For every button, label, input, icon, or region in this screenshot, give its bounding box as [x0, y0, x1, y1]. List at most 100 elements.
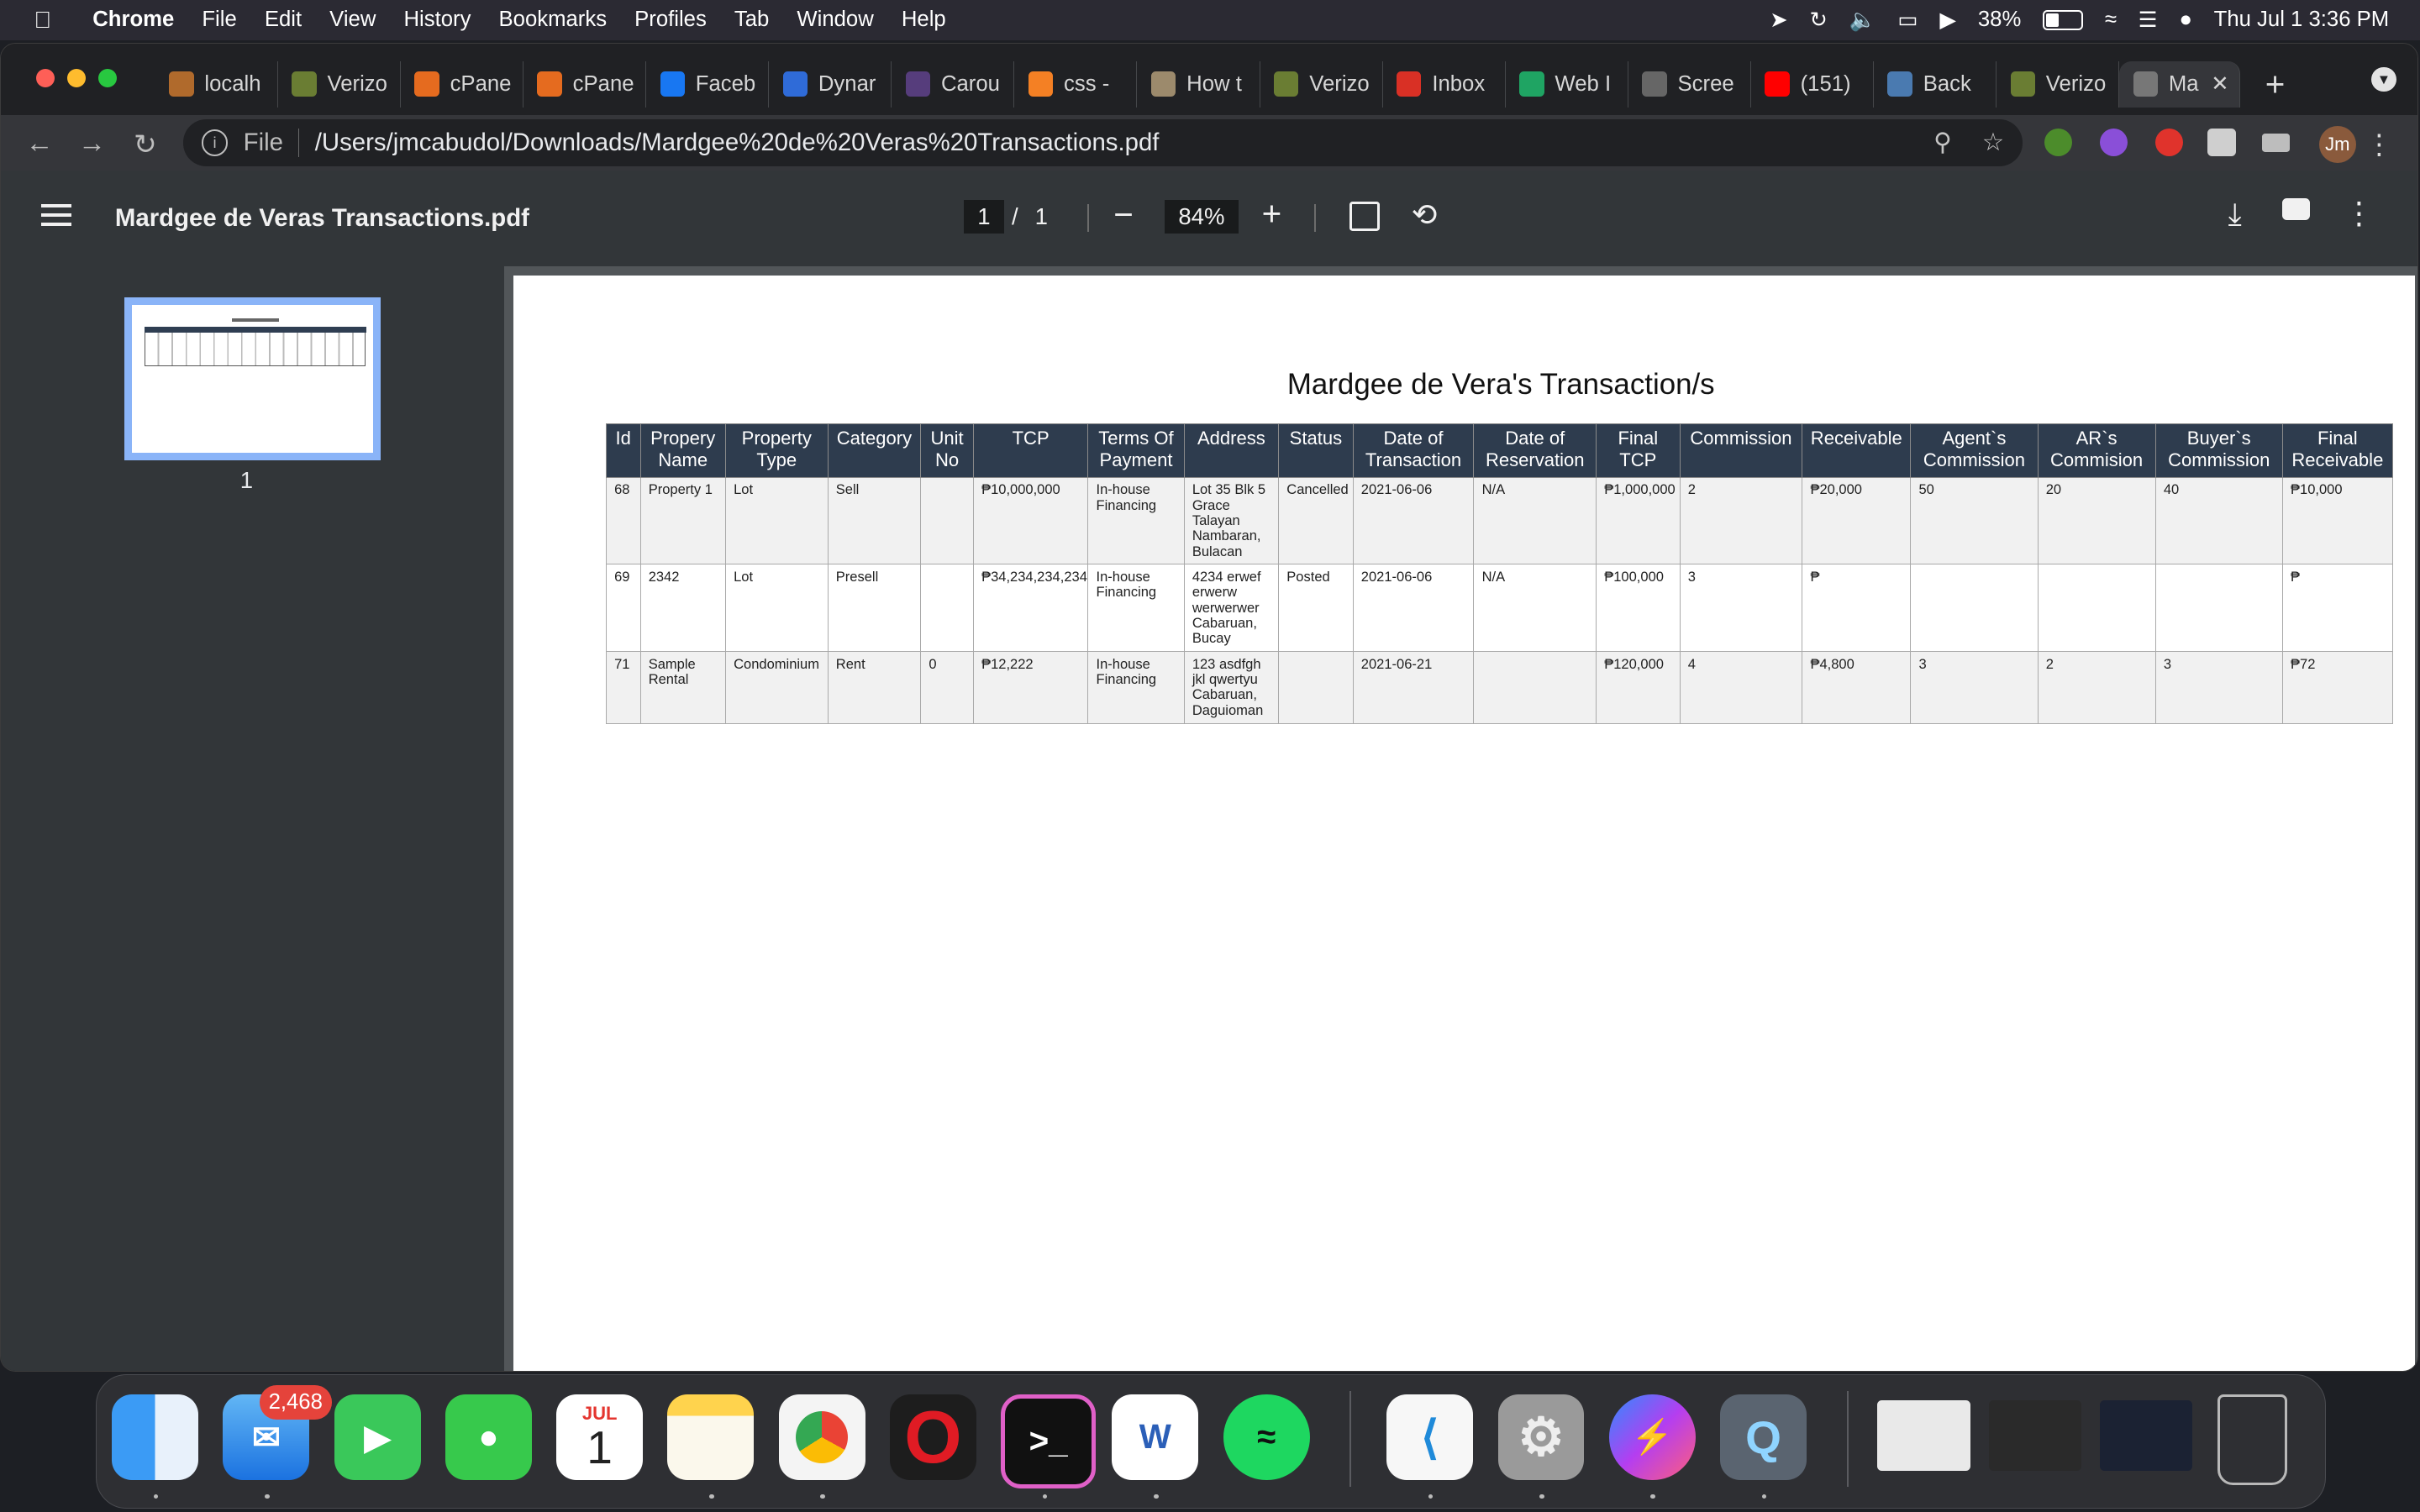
- zoom-icon[interactable]: ⚲: [1933, 128, 1952, 157]
- menu-bookmarks[interactable]: Bookmarks: [499, 8, 608, 32]
- menu-tab[interactable]: Tab: [734, 8, 769, 32]
- vscode-icon[interactable]: ⟨: [1386, 1394, 1474, 1481]
- browser-tab[interactable]: How t: [1137, 60, 1260, 108]
- maximize-window-button[interactable]: [97, 68, 117, 87]
- table-row: 71 Sample Rental Condominium Rent 0 ₱12,222 In…: [605, 651, 2393, 724]
- menubar-clock[interactable]: Thu Jul 1 3:36 PM: [2214, 8, 2390, 32]
- chrome-menu-icon[interactable]: ⋮: [2365, 128, 2393, 161]
- browser-tab[interactable]: Back: [1874, 60, 1997, 108]
- new-tab-button[interactable]: +: [2265, 65, 2286, 104]
- column-header: Receivable: [1802, 423, 1912, 478]
- rotate-icon[interactable]: ⟲: [1412, 197, 1438, 233]
- close-tab-icon[interactable]: ✕: [2211, 71, 2229, 97]
- menu-app-chrome[interactable]: Chrome: [92, 8, 174, 32]
- extension-hand-icon[interactable]: [2155, 129, 2184, 157]
- sidebar-toggle-icon[interactable]: [40, 204, 72, 227]
- page-thumbnail[interactable]: [124, 297, 381, 461]
- table-cell: Lot: [724, 476, 829, 565]
- chrome-icon[interactable]: [778, 1394, 865, 1481]
- downloads-stack-icon[interactable]: [1988, 1399, 2081, 1472]
- print-icon[interactable]: [2281, 198, 2310, 220]
- download-icon[interactable]: ⤓: [2228, 197, 2242, 233]
- browser-tab[interactable]: Dynar: [769, 60, 892, 108]
- tab-label: Faceb: [695, 71, 756, 96]
- extension-tree-icon[interactable]: [2044, 129, 2072, 157]
- menu-window[interactable]: Window: [797, 8, 873, 32]
- extensions-puzzle-icon[interactable]: [2207, 129, 2236, 157]
- code-window-preview[interactable]: [2099, 1399, 2193, 1472]
- info-icon[interactable]: i: [201, 129, 229, 156]
- browser-tab[interactable]: cPane: [523, 60, 647, 108]
- quicktime-icon[interactable]: Q: [1720, 1394, 1807, 1481]
- browser-tab[interactable]: Scree: [1628, 60, 1751, 108]
- battery-icon[interactable]: [2043, 9, 2084, 30]
- sync-icon[interactable]: ↻: [1809, 8, 1828, 33]
- menu-edit[interactable]: Edit: [265, 8, 302, 32]
- table-cell: ₱: [2281, 564, 2393, 653]
- minimize-window-button[interactable]: [66, 68, 86, 87]
- reload-icon[interactable]: ↻: [134, 128, 157, 161]
- menu-profiles[interactable]: Profiles: [634, 8, 707, 32]
- control-center-icon[interactable]: ☰: [2139, 8, 2158, 33]
- menu-history[interactable]: History: [403, 8, 471, 32]
- browser-tab[interactable]: Verizo: [278, 60, 401, 108]
- extension-purple-icon[interactable]: [2099, 129, 2128, 157]
- url-scheme: File: [244, 128, 300, 157]
- close-window-button[interactable]: [36, 68, 55, 87]
- facetime-icon[interactable]: ▶: [334, 1394, 421, 1481]
- verizon-icon: [1274, 71, 1299, 97]
- more-options-icon[interactable]: ⋮: [2344, 195, 2375, 231]
- address-bar[interactable]: i File /Users/jmcabudol/Downloads/Mardge…: [182, 119, 2023, 166]
- tab-search-icon[interactable]: ▼: [2371, 66, 2396, 92]
- terminal-icon[interactable]: >_: [1001, 1394, 1097, 1489]
- zoom-level-input[interactable]: 84%: [1164, 199, 1239, 234]
- profile-avatar[interactable]: Jm: [2318, 125, 2356, 163]
- calendar-icon[interactable]: JUL 1: [556, 1394, 644, 1481]
- menu-help[interactable]: Help: [902, 8, 946, 32]
- url-text[interactable]: /Users/jmcabudol/Downloads/Mardgee%20de%…: [315, 129, 1160, 157]
- display-icon[interactable]: ▭: [1897, 8, 1918, 33]
- globe-icon: [1642, 71, 1667, 97]
- location-arrow-icon[interactable]: ➤: [1770, 8, 1788, 33]
- pdf-thumbnail-sidebar: 1: [1, 265, 504, 1371]
- page-number-input[interactable]: 1: [964, 199, 1004, 234]
- system-preferences-icon[interactable]: ⚙: [1497, 1394, 1585, 1481]
- browser-tab[interactable]: css -: [1014, 60, 1138, 108]
- menu-file[interactable]: File: [202, 8, 236, 32]
- messages-icon[interactable]: ●: [445, 1394, 532, 1481]
- tab-label: Scree: [1677, 71, 1734, 96]
- trash-icon[interactable]: [2217, 1394, 2287, 1486]
- reading-list-icon[interactable]: [2261, 133, 2290, 152]
- browser-tab[interactable]: Inbox: [1383, 60, 1506, 108]
- menu-view[interactable]: View: [329, 8, 376, 32]
- play-icon[interactable]: ▶: [1939, 8, 1956, 33]
- wifi-icon[interactable]: ≈: [2105, 8, 2117, 32]
- pdf-viewport[interactable]: Mardgee de Vera's Transaction/s Id Proper…: [503, 265, 2418, 1371]
- browser-tab[interactable]: Verizo: [1996, 60, 2120, 108]
- messenger-icon[interactable]: ⚡: [1608, 1394, 1696, 1481]
- word-icon[interactable]: W: [1112, 1394, 1199, 1481]
- browser-tab[interactable]: Ma ✕: [2119, 60, 2241, 108]
- browser-tab[interactable]: Web I: [1506, 60, 1628, 108]
- bookmark-star-icon[interactable]: ☆: [1982, 128, 2004, 157]
- notes-icon[interactable]: [667, 1394, 755, 1481]
- browser-tab[interactable]: (151): [1751, 60, 1874, 108]
- minimized-window-preview[interactable]: [1877, 1399, 1970, 1472]
- apple-menu-icon[interactable]: : [34, 7, 71, 34]
- fit-page-icon[interactable]: [1349, 201, 1380, 232]
- spotify-icon[interactable]: ≈: [1223, 1394, 1310, 1481]
- opera-icon[interactable]: O: [889, 1394, 976, 1481]
- browser-tab[interactable]: localh: [155, 60, 278, 108]
- browser-tab[interactable]: Verizo: [1260, 60, 1383, 108]
- zoom-in-button[interactable]: +: [1262, 194, 1282, 234]
- table-cell: [1278, 651, 1354, 724]
- siri-icon[interactable]: ●: [2179, 8, 2192, 32]
- browser-tab[interactable]: Faceb: [646, 60, 770, 108]
- browser-tab[interactable]: Carou: [892, 60, 1015, 108]
- zoom-out-button[interactable]: −: [1113, 195, 1134, 234]
- forward-icon[interactable]: →: [78, 128, 106, 160]
- browser-tab[interactable]: cPane: [401, 60, 523, 108]
- back-icon[interactable]: ←: [25, 128, 53, 160]
- finder-icon[interactable]: [112, 1394, 199, 1481]
- volume-icon[interactable]: 🔈: [1849, 8, 1876, 33]
